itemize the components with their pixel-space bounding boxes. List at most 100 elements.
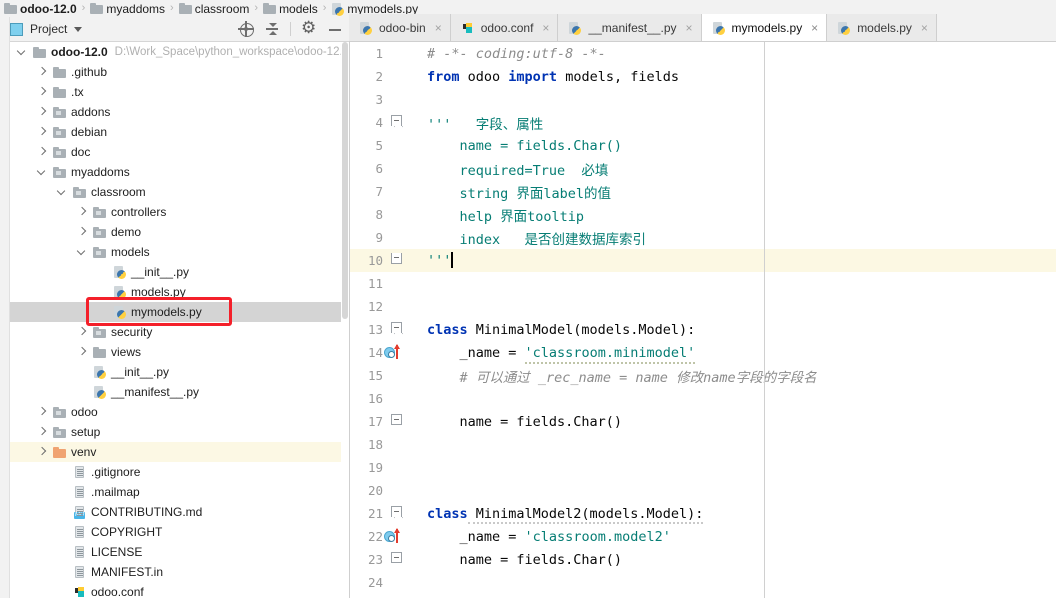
tree-row-license[interactable]: LICENSE [10, 542, 343, 562]
tree-row-controllers[interactable]: controllers [10, 202, 343, 222]
code-line[interactable]: 24 [350, 571, 1056, 594]
breadcrumb-item-classroom[interactable]: classroom [178, 0, 249, 17]
editor-gutter[interactable] [388, 456, 416, 479]
editor-gutter[interactable] [388, 88, 416, 111]
tree-row-myaddoms[interactable]: myaddoms [10, 162, 343, 182]
editor-gutter[interactable] [388, 65, 416, 88]
code-line[interactable]: 12 [350, 295, 1056, 318]
editor-gutter[interactable] [388, 318, 416, 341]
tree-row--init-py[interactable]: __init__.py [10, 362, 343, 382]
collapse-all-icon[interactable] [264, 21, 280, 37]
fold-toggle-icon[interactable] [391, 253, 402, 264]
editor-gutter[interactable] [388, 295, 416, 318]
tree-row-models[interactable]: models [10, 242, 343, 262]
override-marker-icon[interactable] [384, 528, 406, 544]
tree-row-addons[interactable]: addons [10, 102, 343, 122]
editor-gutter[interactable] [388, 157, 416, 180]
tree-row-doc[interactable]: doc [10, 142, 343, 162]
chevron-down-icon[interactable] [36, 166, 48, 178]
fold-toggle-icon[interactable] [391, 506, 402, 517]
tree-row-copyright[interactable]: COPYRIGHT [10, 522, 343, 542]
code-line[interactable]: 9 index 是否创建数据库索引 [350, 226, 1056, 249]
chevron-right-icon[interactable] [76, 326, 88, 338]
breadcrumb-item-models[interactable]: models [263, 0, 318, 17]
project-tree[interactable]: odoo-12.0 D:\Work_Space\python_workspace\… [10, 42, 343, 598]
editor-gutter[interactable] [388, 203, 416, 226]
scrollbar-thumb[interactable] [342, 42, 348, 319]
editor-gutter[interactable] [388, 548, 416, 571]
breadcrumb-item-myaddoms[interactable]: myaddoms [90, 0, 165, 17]
code-line[interactable]: 1 # -*- coding:utf-8 -*- [350, 42, 1056, 65]
chevron-right-icon[interactable] [36, 446, 48, 458]
tree-row--init-py[interactable]: __init__.py [10, 262, 343, 282]
editor-gutter[interactable] [388, 502, 416, 525]
code-line[interactable]: 2 from odoo import models, fields [350, 65, 1056, 88]
close-icon[interactable]: × [919, 22, 930, 34]
chevron-right-icon[interactable] [76, 226, 88, 238]
chevron-right-icon[interactable] [36, 66, 48, 78]
editor-gutter[interactable] [388, 226, 416, 249]
code-line[interactable]: 22 _name = 'classroom.model2' [350, 525, 1056, 548]
editor-gutter[interactable] [388, 364, 416, 387]
tree-row-classroom[interactable]: classroom [10, 182, 343, 202]
code-line[interactable]: 5 name = fields.Char() [350, 134, 1056, 157]
close-icon[interactable]: × [684, 22, 695, 34]
editor-gutter[interactable] [388, 134, 416, 157]
chevron-right-icon[interactable] [76, 206, 88, 218]
fold-toggle-icon[interactable] [391, 414, 402, 425]
editor-gutter[interactable] [388, 410, 416, 433]
tree-row-odoo-conf[interactable]: odoo.conf [10, 582, 343, 598]
chevron-down-icon[interactable] [76, 246, 88, 258]
close-icon[interactable]: × [540, 22, 551, 34]
code-content[interactable]: 1 # -*- coding:utf-8 -*- 2 from odoo import… [350, 42, 1056, 594]
chevron-right-icon[interactable] [36, 106, 48, 118]
project-tree-scrollbar[interactable] [341, 42, 349, 598]
tree-row-manifest-in[interactable]: MANIFEST.in [10, 562, 343, 582]
code-line[interactable]: 8 help 界面tooltip [350, 203, 1056, 226]
code-editor[interactable]: 1 # -*- coding:utf-8 -*- 2 from odoo import… [350, 42, 1056, 598]
tree-row-setup[interactable]: setup [10, 422, 343, 442]
chevron-down-icon[interactable] [16, 46, 28, 58]
fold-toggle-icon[interactable] [391, 552, 402, 563]
code-line[interactable]: 7 string 界面label的值 [350, 180, 1056, 203]
code-line[interactable]: 20 [350, 479, 1056, 502]
close-icon[interactable]: × [433, 22, 444, 34]
tree-row-views[interactable]: views [10, 342, 343, 362]
editor-gutter[interactable] [388, 571, 416, 594]
code-line[interactable]: 10 ''' [350, 249, 1056, 272]
left-tool-strip[interactable] [0, 17, 10, 598]
tree-row-contributing-md[interactable]: CONTRIBUTING.md [10, 502, 343, 522]
editor-tab-odoo-conf[interactable]: odoo.conf × [450, 14, 559, 41]
tree-row--mailmap[interactable]: .mailmap [10, 482, 343, 502]
editor-tab-mymodels-py[interactable]: mymodels.py × [701, 14, 828, 41]
tree-row-venv[interactable]: venv [10, 442, 343, 462]
code-line[interactable]: 14 _name = 'classroom.minimodel' [350, 341, 1056, 364]
tree-row--github[interactable]: .github [10, 62, 343, 82]
chevron-right-icon[interactable] [36, 146, 48, 158]
editor-gutter[interactable] [388, 387, 416, 410]
fold-toggle-icon[interactable] [391, 322, 402, 333]
chevron-right-icon[interactable] [36, 406, 48, 418]
code-line[interactable]: 16 [350, 387, 1056, 410]
tree-row--manifest-py[interactable]: __manifest__.py [10, 382, 343, 402]
editor-gutter[interactable] [388, 180, 416, 203]
tree-row--tx[interactable]: .tx [10, 82, 343, 102]
chevron-right-icon[interactable] [76, 346, 88, 358]
tree-row-models-py[interactable]: models.py [10, 282, 343, 302]
tree-row-debian[interactable]: debian [10, 122, 343, 142]
tree-row--gitignore[interactable]: .gitignore [10, 462, 343, 482]
chevron-down-icon[interactable] [74, 26, 83, 32]
locate-icon[interactable] [238, 21, 254, 37]
editor-gutter[interactable] [388, 433, 416, 456]
tree-row-odoo-12-0[interactable]: odoo-12.0 D:\Work_Space\python_workspace\… [10, 42, 343, 62]
fold-toggle-icon[interactable] [391, 115, 402, 126]
editor-gutter[interactable] [388, 111, 416, 134]
editor-tab-odoo-bin[interactable]: odoo-bin × [349, 14, 451, 41]
code-line[interactable]: 6 required=True 必填 [350, 157, 1056, 180]
chevron-right-icon[interactable] [36, 86, 48, 98]
breadcrumb-item-odoo-12-0[interactable]: odoo-12.0 [4, 0, 77, 17]
code-line[interactable]: 11 [350, 272, 1056, 295]
tree-row-mymodels-py[interactable]: mymodels.py [10, 302, 343, 322]
code-line[interactable]: 15 # 可以通过 _rec_name = name 修改name字段的字段名 [350, 364, 1056, 387]
editor-tab--manifest-py[interactable]: __manifest__.py × [558, 14, 702, 41]
